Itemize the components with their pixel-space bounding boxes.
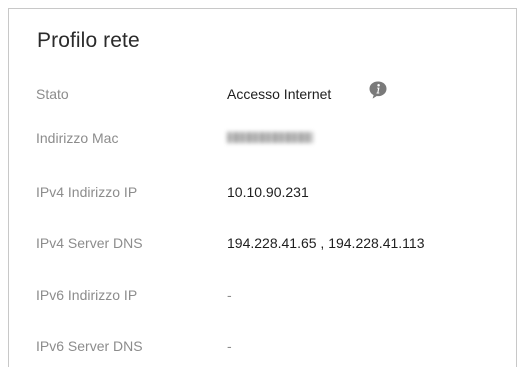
- value-ipv6-ip: -: [227, 287, 232, 303]
- row-ipv6-dns: IPv6 Server DNS -: [36, 338, 506, 360]
- redacted-mac-address: [227, 132, 313, 143]
- label-indirizzo-mac: Indirizzo Mac: [36, 130, 119, 146]
- info-icon-graphic: [369, 81, 387, 99]
- info-icon[interactable]: [368, 80, 388, 100]
- value-ipv4-dns: 194.228.41.65 , 194.228.41.113: [227, 235, 425, 251]
- value-ipv6-dns: -: [227, 338, 232, 354]
- row-ipv4-ip: IPv4 Indirizzo IP 10.10.90.231: [36, 184, 506, 206]
- row-indirizzo-mac: Indirizzo Mac: [36, 130, 506, 152]
- label-stato: Stato: [36, 86, 69, 102]
- row-stato: Stato Accesso Internet: [36, 81, 506, 108]
- label-ipv4-ip: IPv4 Indirizzo IP: [36, 184, 138, 200]
- row-ipv4-dns: IPv4 Server DNS 194.228.41.65 , 194.228.…: [36, 235, 506, 257]
- value-stato: Accesso Internet: [227, 86, 332, 102]
- network-profile-panel: Profilo rete Stato Accesso Internet Indi…: [8, 8, 517, 367]
- panel-title: Profilo rete: [37, 29, 140, 52]
- row-ipv6-ip: IPv6 Indirizzo IP -: [36, 287, 506, 309]
- label-ipv4-dns: IPv4 Server DNS: [36, 235, 143, 251]
- label-ipv6-ip: IPv6 Indirizzo IP: [36, 287, 138, 303]
- label-ipv6-dns: IPv6 Server DNS: [36, 338, 143, 354]
- value-ipv4-ip: 10.10.90.231: [227, 184, 309, 200]
